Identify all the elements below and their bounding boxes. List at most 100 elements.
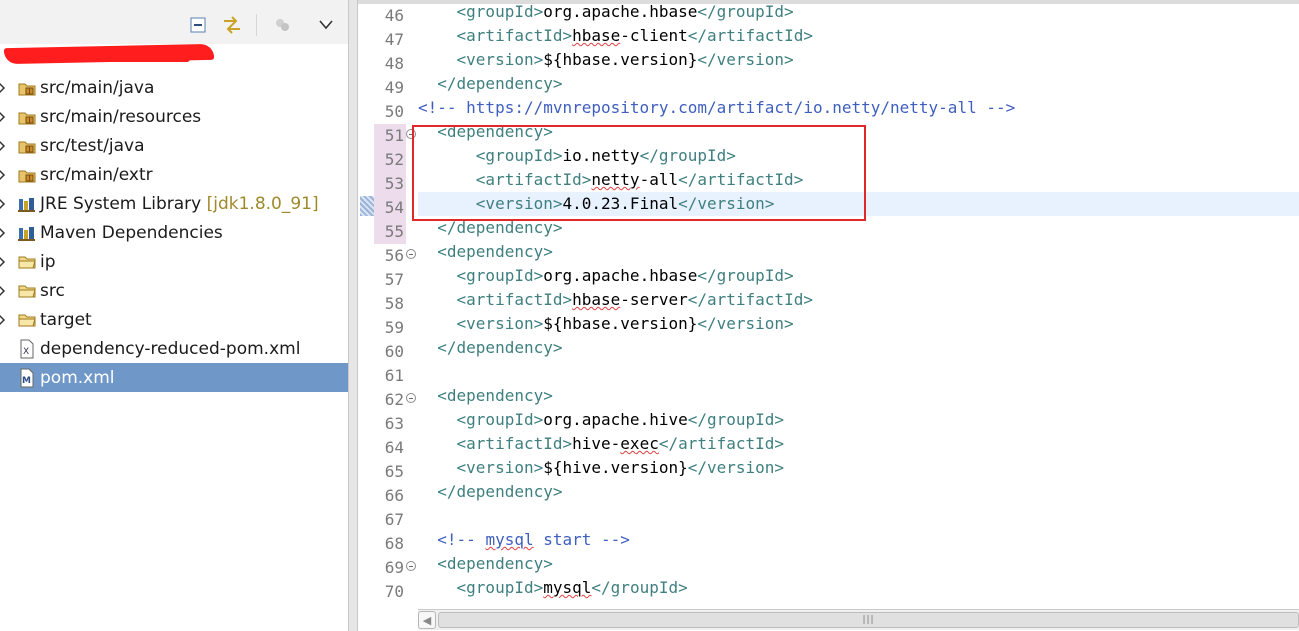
xml-tag: <version> xyxy=(456,50,544,69)
code-line[interactable]: </dependency> xyxy=(418,336,1299,360)
tree-item-label: src/main/resources xyxy=(40,106,202,127)
xml-tag: <version> xyxy=(475,194,563,213)
tree-item[interactable]: Xdependency-reduced-pom.xml xyxy=(0,334,348,363)
xml-tag: </artifactId> xyxy=(687,290,813,309)
line-number: 53 xyxy=(384,174,404,193)
focus-icon[interactable] xyxy=(272,14,292,36)
xml-tag: </version> xyxy=(697,314,794,333)
expand-chevron-icon[interactable] xyxy=(0,168,8,182)
xml-tag: <artifactId> xyxy=(456,290,573,309)
code-line[interactable]: <version>${hbase.version}</version> xyxy=(418,312,1299,336)
tree-item[interactable]: src xyxy=(0,276,348,305)
line-number: 51 xyxy=(384,126,404,145)
scrollbar-thumb[interactable]: ||| xyxy=(438,612,1299,628)
maven-file-icon: M xyxy=(17,368,37,388)
expand-chevron-icon[interactable] xyxy=(0,139,8,153)
code-line[interactable]: <groupId>io.netty</groupId> xyxy=(418,144,1299,168)
code-line[interactable]: <version>${hive.version}</version> xyxy=(418,456,1299,480)
code-line[interactable]: <groupId>org.apache.hbase</groupId> xyxy=(418,4,1299,24)
code-area[interactable]: <groupId>org.apache.hbase</groupId> <art… xyxy=(418,4,1299,608)
xml-comment: <!-- https://mvnrepository.com/artifact/… xyxy=(418,98,1016,117)
code-line[interactable]: <groupId>org.apache.hbase</groupId> xyxy=(418,264,1299,288)
code-line[interactable]: <artifactId>hbase-client</artifactId> xyxy=(418,24,1299,48)
fold-toggle-icon[interactable] xyxy=(406,249,416,259)
expand-chevron-icon[interactable] xyxy=(0,226,8,240)
xml-tag: <groupId> xyxy=(456,410,544,429)
code-line[interactable] xyxy=(418,360,1299,384)
code-line[interactable]: <dependency> xyxy=(418,240,1299,264)
expand-chevron-icon[interactable] xyxy=(0,284,8,298)
line-number: 65 xyxy=(384,462,404,481)
code-line[interactable] xyxy=(418,504,1299,528)
line-number: 58 xyxy=(384,294,404,313)
code-line[interactable]: <artifactId>netty-all</artifactId> xyxy=(418,168,1299,192)
xml-tag: <dependency> xyxy=(437,242,553,261)
explorer-toolbar xyxy=(0,0,348,44)
tree-item[interactable]: ip xyxy=(0,247,348,276)
expand-chevron-icon[interactable] xyxy=(0,81,8,95)
line-number: 70 xyxy=(384,582,404,601)
tree-item-label: src/main/java xyxy=(40,77,155,98)
line-number: 47 xyxy=(384,30,404,49)
code-line[interactable]: </dependency> xyxy=(418,480,1299,504)
line-number: 69 xyxy=(384,558,404,577)
code-line[interactable]: <dependency> xyxy=(418,120,1299,144)
line-number: 61 xyxy=(384,366,404,385)
line-number: 66 xyxy=(384,486,404,505)
xml-tag: </artifactId> xyxy=(687,26,813,45)
expand-chevron-icon[interactable] xyxy=(0,197,8,211)
code-line[interactable]: <artifactId>hbase-server</artifactId> xyxy=(418,288,1299,312)
code-line[interactable]: </dependency> xyxy=(418,72,1299,96)
code-line[interactable]: </dependency> xyxy=(418,216,1299,240)
code-line[interactable]: <version>${hbase.version}</version> xyxy=(418,48,1299,72)
xml-file-icon: X xyxy=(17,339,37,359)
code-line[interactable]: <dependency> xyxy=(418,552,1299,576)
svg-text:X: X xyxy=(23,347,29,357)
tree-item[interactable]: Maven Dependencies xyxy=(0,218,348,247)
tree-item[interactable]: src/main/resources xyxy=(0,102,348,131)
expand-chevron-icon[interactable] xyxy=(0,255,8,269)
fold-toggle-icon[interactable] xyxy=(406,393,416,403)
line-number: 55 xyxy=(384,222,404,241)
folder-icon xyxy=(17,281,37,301)
code-line[interactable]: <dependency> xyxy=(418,384,1299,408)
project-root-redacted[interactable] xyxy=(0,43,220,70)
xml-comment: <!-- xyxy=(437,530,486,549)
code-line[interactable]: <version>4.0.23.Final</version> xyxy=(418,192,1299,216)
package-folder-icon xyxy=(17,165,37,185)
fold-toggle-icon[interactable] xyxy=(406,561,416,571)
scroll-left-icon[interactable]: ◀ xyxy=(418,611,436,629)
code-line[interactable]: <!-- mysql start --> xyxy=(418,528,1299,552)
code-text: -all xyxy=(639,170,679,189)
expand-chevron-icon[interactable] xyxy=(0,313,8,327)
code-line[interactable]: <groupId>mysql</groupId> xyxy=(418,576,1299,600)
code-line[interactable]: <artifactId>hive-exec</artifactId> xyxy=(418,432,1299,456)
xml-tag: </groupId> xyxy=(591,578,688,597)
tree-item[interactable]: Mpom.xml xyxy=(0,363,348,392)
code-line[interactable]: <groupId>org.apache.hive</groupId> xyxy=(418,408,1299,432)
tree-item[interactable]: src/test/java xyxy=(0,131,348,160)
link-with-editor-icon[interactable] xyxy=(220,14,244,36)
tree-item[interactable]: target xyxy=(0,305,348,334)
tree-item[interactable]: JRE System Library [jdk1.8.0_91] xyxy=(0,189,348,218)
tree-item[interactable]: src/main/extr xyxy=(0,160,348,189)
view-menu-icon[interactable] xyxy=(316,14,336,36)
xml-tag: <groupId> xyxy=(475,146,563,165)
expand-chevron-icon[interactable] xyxy=(0,110,8,124)
fold-toggle-icon[interactable] xyxy=(406,129,416,139)
panel-splitter[interactable] xyxy=(348,0,358,631)
horizontal-scrollbar[interactable]: ◀ ||| xyxy=(418,609,1299,630)
xml-tag: </version> xyxy=(687,458,785,477)
code-line[interactable]: <!-- https://mvnrepository.com/artifact/… xyxy=(418,96,1299,120)
pom-editor[interactable]: 46 47 48 49 50 51 52 53 54 55 56 57 58 59 60 61 62 63 64 65… xyxy=(358,0,1299,631)
collapse-all-icon[interactable] xyxy=(188,14,208,36)
line-number: 54 xyxy=(384,198,404,217)
tree-item[interactable]: src/main/java xyxy=(0,73,348,102)
